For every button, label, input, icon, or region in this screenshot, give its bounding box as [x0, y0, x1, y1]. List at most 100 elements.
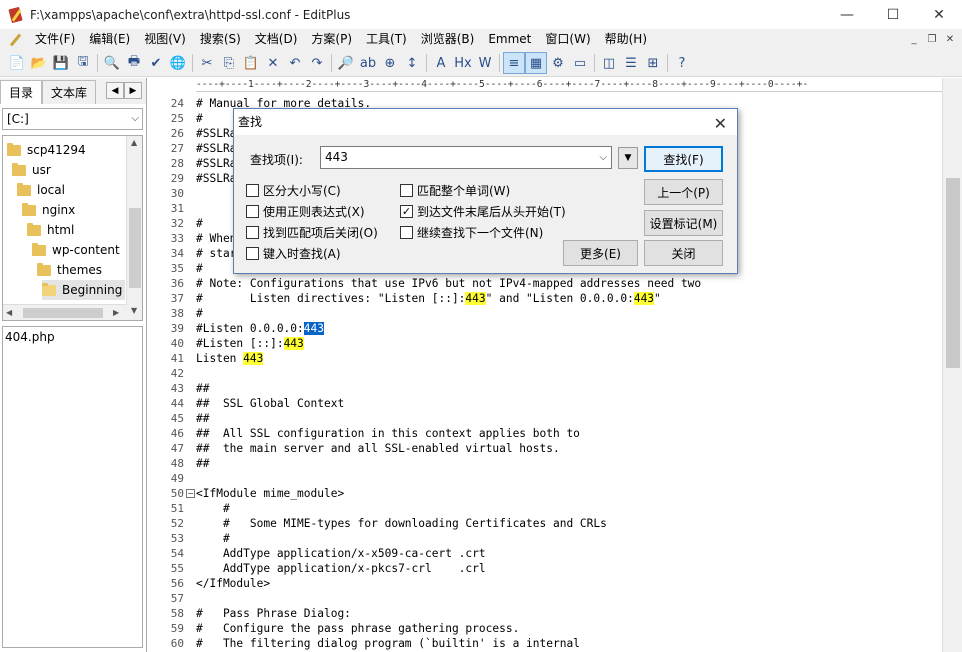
tab-cliptext[interactable]: 文本库: [42, 80, 97, 104]
spellcheck-icon[interactable]: ✔: [145, 52, 167, 74]
code-line[interactable]: ##: [196, 411, 941, 426]
tree-item[interactable]: themes: [37, 260, 102, 280]
find-history-button[interactable]: ▼: [618, 147, 638, 169]
tree-item[interactable]: usr: [12, 160, 51, 180]
minimize-button[interactable]: —: [824, 0, 870, 29]
menu-tools[interactable]: 工具(T): [359, 29, 414, 50]
split-icon[interactable]: ◫: [598, 52, 620, 74]
checkbox-box[interactable]: [246, 205, 259, 218]
close-icon[interactable]: ✕: [714, 111, 727, 137]
browser-icon[interactable]: 🌐: [167, 52, 189, 74]
menu-help[interactable]: 帮助(H): [598, 29, 654, 50]
code-line[interactable]: #: [196, 501, 941, 516]
file-item[interactable]: 404.php: [3, 327, 142, 347]
menu-view[interactable]: 视图(V): [137, 29, 193, 50]
line-number-icon[interactable]: ≡: [503, 52, 525, 74]
find-previous-button[interactable]: 上一个(P): [644, 179, 723, 205]
mdi-minimize-button[interactable]: _: [906, 32, 922, 46]
checkbox-box[interactable]: [246, 184, 259, 197]
save-all-icon[interactable]: 🖫: [72, 52, 94, 74]
clip-text-icon[interactable]: ☰: [620, 52, 642, 74]
code-line[interactable]: AddType application/x-x509-ca-cert .crt: [196, 546, 941, 561]
scroll-right-icon[interactable]: ▶: [113, 308, 119, 317]
code-line[interactable]: Listen 443: [196, 351, 941, 366]
find-in-files-icon[interactable]: ⊕: [379, 52, 401, 74]
code-line[interactable]: [196, 471, 941, 486]
code-line[interactable]: # The filtering dialog program (`builtin…: [196, 636, 941, 651]
code-line[interactable]: [196, 366, 941, 381]
code-line[interactable]: [196, 591, 941, 606]
hex-icon[interactable]: Hx: [452, 52, 474, 74]
checkbox-box[interactable]: [246, 247, 259, 260]
menu-window[interactable]: 窗口(W): [538, 29, 597, 50]
menu-emmet[interactable]: Emmet: [481, 29, 538, 50]
code-line[interactable]: # Listen directives: "Listen [::]:443" a…: [196, 291, 941, 306]
print-preview-icon[interactable]: 🔍: [101, 52, 123, 74]
code-line[interactable]: ##: [196, 456, 941, 471]
copy-icon[interactable]: ⎘: [218, 52, 240, 74]
code-line[interactable]: <IfModule mime_module>: [196, 486, 941, 501]
code-line[interactable]: ## All SSL configuration in this context…: [196, 426, 941, 441]
wrap-around-checkbox[interactable]: ✓ 到达文件末尾后从头开始(T): [400, 203, 566, 220]
checkbox-box[interactable]: [246, 226, 259, 239]
find-as-type-checkbox[interactable]: 键入时查找(A): [246, 245, 341, 262]
code-line[interactable]: # Pass Phrase Dialog:: [196, 606, 941, 621]
close-dialog-button[interactable]: 关闭: [644, 240, 723, 266]
next-file-checkbox[interactable]: 继续查找下一个文件(N): [400, 224, 543, 241]
tree-item[interactable]: scp41294: [7, 140, 86, 160]
editor-vertical-scrollbar[interactable]: [942, 78, 962, 652]
menu-browser[interactable]: 浏览器(B): [414, 29, 482, 50]
scroll-left-icon[interactable]: ◀: [6, 308, 12, 317]
fullscreen-icon[interactable]: ▭: [569, 52, 591, 74]
directory-icon[interactable]: ⊞: [642, 52, 664, 74]
font-icon[interactable]: A: [430, 52, 452, 74]
maximize-button[interactable]: ☐: [870, 0, 916, 29]
tree-item[interactable]: Beginning: [42, 280, 125, 300]
checkbox-box[interactable]: [400, 184, 413, 197]
new-file-icon[interactable]: 📄: [6, 52, 28, 74]
code-line[interactable]: #: [196, 306, 941, 321]
fold-collapse-icon[interactable]: −: [186, 489, 195, 498]
find-input[interactable]: 443 ⌵: [320, 146, 612, 169]
tree-hscroll-thumb[interactable]: [23, 308, 103, 318]
mdi-restore-button[interactable]: ❐: [924, 32, 940, 46]
tab-scroll-left-icon[interactable]: ◀: [106, 82, 124, 99]
column-ruler-icon[interactable]: ▦: [525, 52, 547, 74]
tree-item[interactable]: wp-content: [32, 240, 120, 260]
code-line[interactable]: ## SSL Global Context: [196, 396, 941, 411]
set-mark-button[interactable]: 设置标记(M): [644, 210, 723, 236]
scroll-down-icon[interactable]: ▼: [131, 306, 137, 315]
print-icon[interactable]: 🖶: [123, 52, 145, 74]
code-line[interactable]: </IfModule>: [196, 576, 941, 591]
checkmark-icon[interactable]: ✓: [400, 205, 413, 218]
more-button[interactable]: 更多(E): [563, 240, 638, 266]
mdi-close-button[interactable]: ✕: [942, 32, 958, 46]
tree-item[interactable]: html: [27, 220, 74, 240]
tree-scroll-thumb[interactable]: [129, 208, 141, 288]
tree-item[interactable]: local: [17, 180, 65, 200]
code-line[interactable]: #Listen 0.0.0.0:443: [196, 321, 941, 336]
save-icon[interactable]: 💾: [50, 52, 72, 74]
menu-edit[interactable]: 编辑(E): [82, 29, 137, 50]
match-case-checkbox[interactable]: 区分大小写(C): [246, 182, 341, 199]
find-icon[interactable]: 🔎: [335, 52, 357, 74]
code-line[interactable]: #: [196, 531, 941, 546]
code-line[interactable]: AddType application/x-pkcs7-crl .crl: [196, 561, 941, 576]
help-icon[interactable]: ?: [671, 52, 693, 74]
code-line[interactable]: # Some MIME-types for downloading Certif…: [196, 516, 941, 531]
settings-icon[interactable]: ⚙: [547, 52, 569, 74]
chevron-down-icon[interactable]: ⌵: [599, 147, 607, 168]
undo-icon[interactable]: ↶: [284, 52, 306, 74]
menu-file[interactable]: 文件(F): [28, 29, 82, 50]
menu-project[interactable]: 方案(P): [304, 29, 359, 50]
open-folder-icon[interactable]: 📂: [28, 52, 50, 74]
paste-icon[interactable]: 📋: [240, 52, 262, 74]
scroll-up-icon[interactable]: ▲: [131, 138, 137, 147]
tab-directory[interactable]: 目录: [0, 80, 43, 104]
tree-item[interactable]: nginx: [22, 200, 75, 220]
editor-scroll-thumb[interactable]: [946, 178, 960, 368]
find-button[interactable]: 查找(F): [644, 146, 723, 172]
code-line[interactable]: ## the main server and all SSL-enabled v…: [196, 441, 941, 456]
close-on-match-checkbox[interactable]: 找到匹配项后关闭(O): [246, 224, 378, 241]
code-line[interactable]: # Configure the pass phrase gathering pr…: [196, 621, 941, 636]
